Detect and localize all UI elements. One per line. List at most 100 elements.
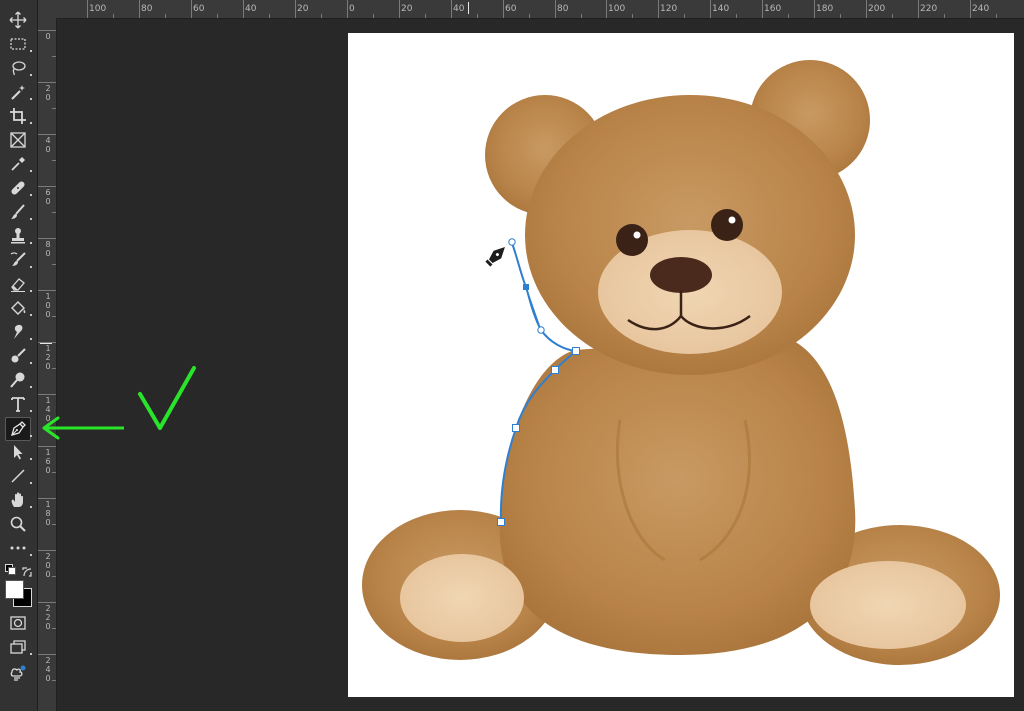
vertical-ruler[interactable]: 0 20 40 60 80 100 120 140 160 180 200 22…: [38, 18, 57, 711]
ruler-label: 180: [45, 500, 51, 527]
ruler-label: 40: [453, 4, 465, 14]
more-indicator: [30, 554, 32, 556]
more-indicator: [30, 410, 32, 412]
paint-bucket-icon: [11, 301, 26, 315]
more-indicator: [30, 362, 32, 364]
ruler-label: 100: [45, 292, 51, 319]
ruler-label: 100: [89, 4, 107, 14]
ruler-label: 240: [45, 656, 51, 683]
more-indicator: [30, 386, 32, 388]
ruler-label: 60: [193, 4, 205, 14]
dodge-tool[interactable]: [6, 369, 32, 391]
brush-tool[interactable]: [6, 201, 32, 223]
eraser-tool[interactable]: [6, 273, 32, 295]
ruler-label: 200: [868, 4, 886, 14]
move-tool[interactable]: [6, 9, 30, 31]
ruler-label: 140: [712, 4, 730, 14]
line-icon: [11, 469, 25, 483]
smudge-icon: [14, 324, 23, 339]
smudge-tool[interactable]: [6, 321, 32, 343]
ruler-label: 20: [45, 84, 51, 102]
pen-tool[interactable]: [5, 417, 32, 441]
eyedropper-tool[interactable]: [6, 153, 32, 175]
more-indicator: [30, 314, 32, 316]
line-tool[interactable]: [6, 465, 32, 487]
ruler-label: 160: [764, 4, 782, 14]
zoom-tool[interactable]: [6, 513, 30, 535]
ruler-label: 40: [245, 4, 257, 14]
more-indicator: [30, 170, 32, 172]
more-indicator: [30, 50, 32, 52]
paint-bucket-tool[interactable]: [6, 297, 32, 319]
annotation-checkmark: [138, 366, 196, 430]
marquee-icon: [10, 38, 26, 50]
pen-icon: [11, 421, 26, 436]
hand-icon: [11, 492, 23, 507]
ruler-label: 80: [45, 240, 51, 258]
horizontal-ruler[interactable]: 100 80 60 40 20 0 20 40 60 80 100 120 14…: [38, 0, 1024, 19]
ruler-label: 160: [45, 448, 51, 475]
eyedropper-icon: [11, 157, 25, 171]
more-indicator: [30, 506, 32, 508]
ruler-label: 80: [557, 4, 569, 14]
default-colors-icon[interactable]: [5, 564, 16, 575]
more-indicator: [30, 458, 32, 460]
arrow-icon: [14, 445, 23, 460]
cursor-position-marker: [40, 343, 52, 344]
dodge-icon: [10, 372, 25, 388]
ruler-label: 60: [505, 4, 517, 14]
ruler-label: 0: [45, 32, 51, 41]
ruler-label: 180: [816, 4, 834, 14]
more-indicator: [30, 435, 32, 437]
eraser-icon: [11, 278, 25, 292]
type-icon: [11, 397, 25, 412]
more-indicator: [30, 98, 32, 100]
clone-stamp-tool[interactable]: [6, 225, 32, 247]
tools-panel: [0, 0, 38, 711]
quick-mask-mode[interactable]: [6, 612, 30, 634]
type-tool[interactable]: [6, 393, 32, 415]
lasso-tool[interactable]: [6, 57, 32, 79]
more-indicator: [30, 242, 32, 244]
history-brush-tool[interactable]: [6, 249, 32, 271]
path-selection-tool[interactable]: [6, 441, 32, 463]
ruler-label: 120: [660, 4, 678, 14]
more-indicator: [30, 194, 32, 196]
magic-wand-icon: [11, 85, 25, 100]
move-icon: [9, 11, 27, 29]
crop-icon: [10, 108, 26, 124]
ruler-label: 20: [401, 4, 413, 14]
screen-mode[interactable]: [6, 636, 32, 658]
frame-tool[interactable]: [6, 129, 30, 151]
ruler-label: 200: [45, 552, 51, 579]
foreground-color-swatch[interactable]: [5, 580, 24, 599]
zoom-icon: [10, 516, 26, 532]
more-indicator: [30, 218, 32, 220]
more-indicator: [30, 482, 32, 484]
more-tools[interactable]: [6, 537, 32, 559]
healing-brush-tool[interactable]: [6, 177, 32, 199]
ruler-label: 220: [920, 4, 938, 14]
history-brush-icon: [10, 252, 26, 266]
document-canvas[interactable]: [348, 33, 1014, 697]
lasso-icon: [12, 61, 26, 76]
more-indicator: [30, 74, 32, 76]
marquee-tool[interactable]: [6, 33, 32, 55]
crop-tool[interactable]: [6, 105, 32, 127]
hand-tool[interactable]: [6, 489, 32, 511]
cursor-position-marker: [468, 2, 469, 14]
blur-tool[interactable]: [6, 345, 32, 367]
ruler-label: 140: [45, 396, 51, 423]
frame-icon: [10, 132, 26, 148]
magic-wand-tool[interactable]: [6, 81, 32, 103]
more-indicator: [30, 266, 32, 268]
quick-mask-icon: [10, 616, 26, 630]
brush-icon: [11, 204, 25, 219]
stamp-icon: [11, 228, 25, 244]
swap-colors-icon[interactable]: [21, 563, 33, 577]
ruler-label: 60: [45, 188, 51, 206]
ruler-label: 120: [45, 344, 51, 371]
share[interactable]: [6, 662, 30, 684]
ruler-label: 20: [297, 4, 309, 14]
more-indicator: [30, 122, 32, 124]
